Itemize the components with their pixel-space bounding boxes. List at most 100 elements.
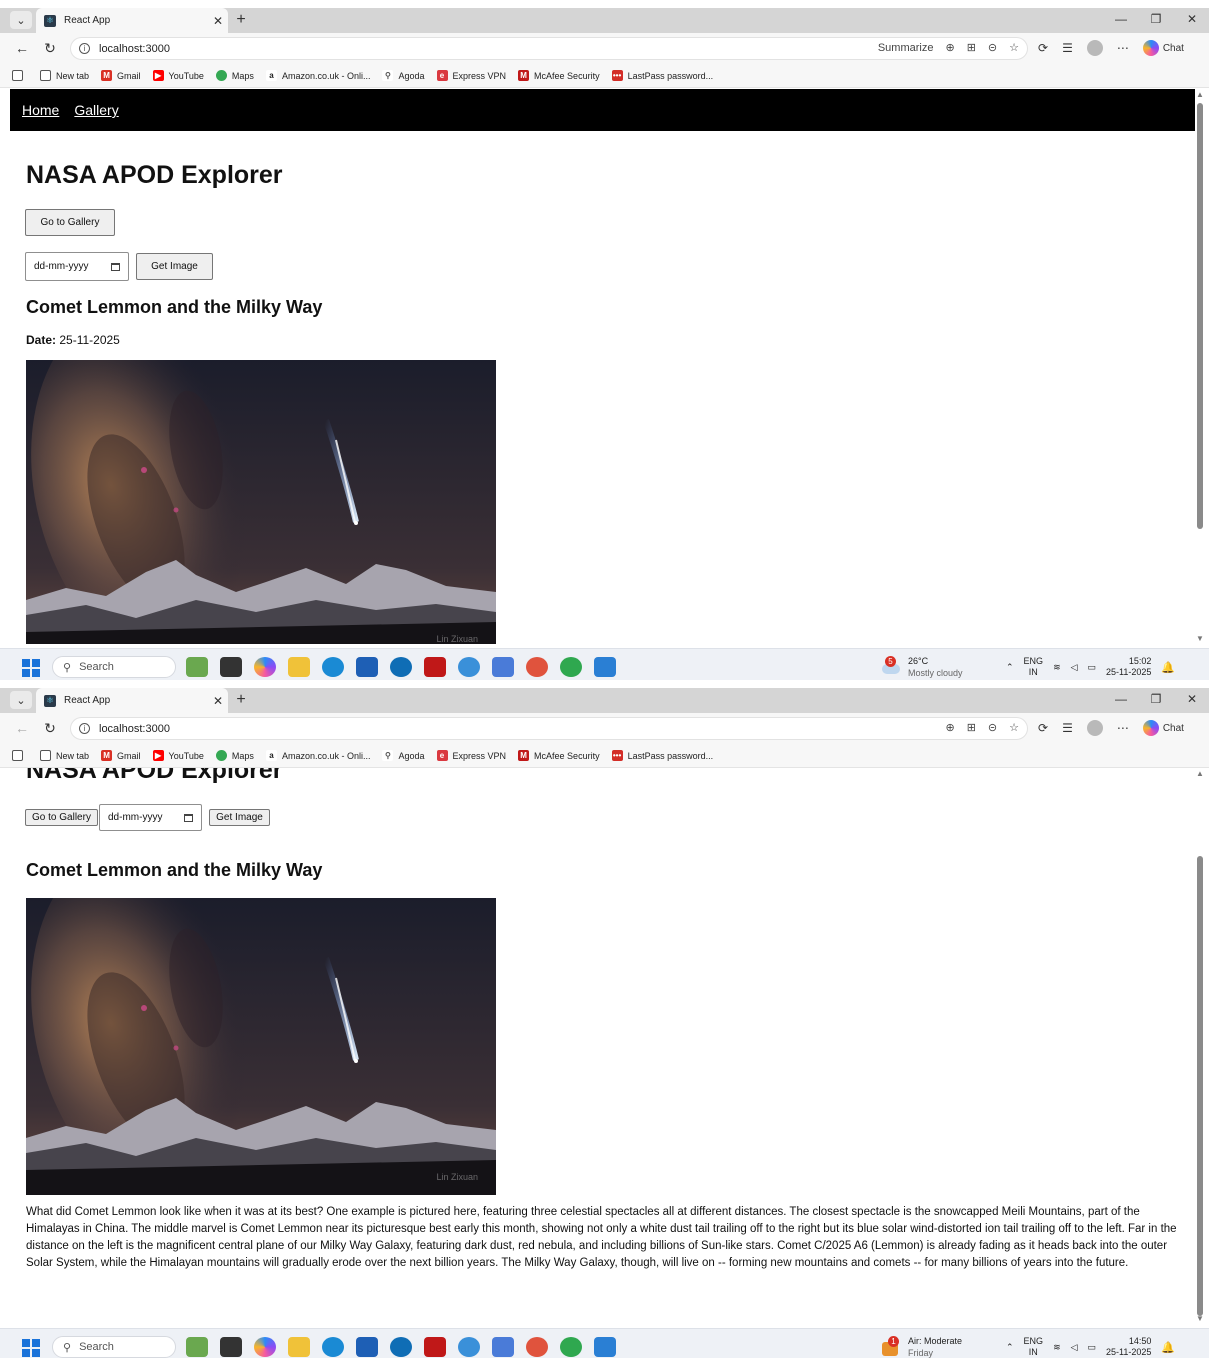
summarize-button[interactable]: Summarize	[878, 42, 934, 54]
new-tab-icon[interactable]: +	[232, 10, 250, 30]
bookmark-amazon[interactable]: a Amazon.co.uk - Onli...	[265, 750, 370, 761]
air-quality-widget[interactable]: 1 Air: Moderate Friday	[880, 1335, 962, 1358]
info-icon[interactable]: i	[79, 43, 90, 54]
chrome-icon[interactable]	[560, 1337, 582, 1357]
close-tab-icon[interactable]: ✕	[208, 694, 228, 708]
address-bar[interactable]: i localhost:3000 ⊕ ⊞ ⊝ ☆	[70, 717, 1028, 740]
scroll-up-icon[interactable]: ▲	[1196, 769, 1204, 778]
language-indicator[interactable]: ENG IN	[1024, 656, 1044, 678]
restore-icon[interactable]: ❐	[1148, 692, 1164, 706]
battery-icon[interactable]: ▭	[1088, 662, 1097, 673]
mcafee-icon[interactable]	[424, 657, 446, 677]
windows-start-icon[interactable]	[22, 659, 40, 677]
go-to-gallery-button[interactable]: Go to Gallery	[25, 209, 115, 236]
apps-icon[interactable]: ⊞	[967, 41, 976, 54]
bookmark-maps[interactable]: Maps	[215, 750, 254, 761]
bookmark-gmail[interactable]: M Gmail	[101, 750, 141, 761]
address-bar[interactable]: i localhost:3000 Summarize ⊕ ⊞ ⊝ ☆	[70, 37, 1028, 60]
restore-icon[interactable]: ❐	[1148, 12, 1164, 26]
volume-icon[interactable]: ◁	[1071, 662, 1078, 673]
edge-icon[interactable]	[322, 657, 344, 677]
date-input[interactable]: dd-mm-yyyy	[99, 804, 202, 831]
taskbar-search[interactable]: ⚲ Search	[52, 656, 176, 678]
calendar-icon[interactable]	[111, 262, 120, 271]
hp-icon[interactable]	[390, 657, 412, 677]
calendar-icon[interactable]	[184, 813, 193, 822]
favorites-icon[interactable]: ☰	[1062, 41, 1073, 55]
wifi-icon[interactable]: ≋	[1053, 1342, 1061, 1353]
reading-icon[interactable]: ⊝	[988, 41, 997, 54]
bookmark-lastpass[interactable]: ••• LastPass password...	[611, 750, 713, 761]
mcafee-icon[interactable]	[424, 1337, 446, 1357]
page-scrollbar[interactable]: ▲ ▼	[1195, 89, 1205, 644]
edge-icon[interactable]	[322, 1337, 344, 1357]
store-icon[interactable]	[356, 1337, 378, 1357]
close-tab-icon[interactable]: ✕	[208, 14, 228, 28]
hp-icon[interactable]	[390, 1337, 412, 1357]
copilot-app-icon[interactable]	[254, 1337, 276, 1357]
bookmark-expressvpn[interactable]: e Express VPN	[436, 750, 506, 761]
bookmark-mcafee[interactable]: M McAfee Security	[518, 70, 600, 81]
office-icon[interactable]	[526, 1337, 548, 1357]
scroll-thumb[interactable]	[1197, 103, 1203, 529]
windows-start-icon[interactable]	[22, 1339, 40, 1357]
store-icon[interactable]	[356, 657, 378, 677]
tab-actions-icon[interactable]: ⌄	[10, 691, 32, 709]
file-explorer-icon[interactable]	[288, 657, 310, 677]
vscode-icon[interactable]	[594, 657, 616, 677]
copilot-chat-button[interactable]: Chat	[1142, 40, 1184, 56]
translate-icon[interactable]: ⊕	[945, 721, 954, 734]
profile-avatar[interactable]	[1086, 40, 1103, 56]
tab-actions-icon[interactable]: ⌄	[10, 11, 32, 29]
battery-icon[interactable]: ▭	[1088, 1342, 1097, 1353]
scroll-down-icon[interactable]: ▼	[1196, 1314, 1204, 1323]
info-icon[interactable]: i	[79, 723, 90, 734]
get-image-button[interactable]: Get Image	[209, 809, 270, 826]
reading-icon[interactable]: ⊝	[988, 721, 997, 734]
bookmark-amazon[interactable]: a Amazon.co.uk - Onli...	[265, 70, 370, 81]
notification-bell-icon[interactable]: 🔔	[1161, 1341, 1175, 1354]
notification-bell-icon[interactable]: 🔔	[1161, 661, 1175, 674]
chrome-canary-icon[interactable]	[458, 1337, 480, 1357]
close-window-icon[interactable]: ✕	[1184, 12, 1200, 26]
language-indicator[interactable]: ENG IN	[1024, 1336, 1044, 1358]
weather-widget[interactable]: 5 26°C Mostly cloudy	[880, 655, 963, 679]
app-icon[interactable]	[492, 1337, 514, 1357]
bookmark-split-icon[interactable]	[12, 750, 28, 761]
favorite-star-icon[interactable]: ☆	[1009, 721, 1019, 734]
go-to-gallery-button[interactable]: Go to Gallery	[25, 809, 98, 826]
bookmark-lastpass[interactable]: ••• LastPass password...	[611, 70, 713, 81]
copilot-app-icon[interactable]	[254, 657, 276, 677]
scroll-up-icon[interactable]: ▲	[1196, 90, 1204, 99]
widget-icon[interactable]	[186, 657, 208, 677]
extensions-icon[interactable]: ⟳	[1038, 41, 1048, 55]
refresh-icon[interactable]: ↻	[42, 720, 58, 737]
close-window-icon[interactable]: ✕	[1184, 692, 1200, 706]
profile-avatar[interactable]	[1086, 720, 1103, 736]
new-tab-icon[interactable]: +	[232, 690, 250, 710]
nav-home-link[interactable]: Home	[22, 102, 59, 118]
apps-icon[interactable]: ⊞	[967, 721, 976, 734]
nav-gallery-link[interactable]: Gallery	[74, 102, 118, 118]
task-view-icon[interactable]	[220, 657, 242, 677]
date-input[interactable]: dd-mm-yyyy	[25, 252, 129, 281]
minimize-icon[interactable]: —	[1113, 12, 1129, 26]
file-explorer-icon[interactable]	[288, 1337, 310, 1357]
bookmark-youtube[interactable]: ▶ YouTube	[152, 750, 204, 761]
chevron-up-icon[interactable]: ⌃	[1006, 662, 1014, 673]
scroll-down-icon[interactable]: ▼	[1196, 634, 1204, 643]
wifi-icon[interactable]: ≋	[1053, 662, 1061, 673]
office-icon[interactable]	[526, 657, 548, 677]
bookmark-agoda[interactable]: ⚲ Agoda	[382, 70, 425, 81]
bookmark-youtube[interactable]: ▶ YouTube	[152, 70, 204, 81]
back-icon[interactable]: ←	[14, 40, 30, 56]
favorite-star-icon[interactable]: ☆	[1009, 41, 1019, 54]
bookmark-mcafee[interactable]: M McAfee Security	[518, 750, 600, 761]
favorites-icon[interactable]: ☰	[1062, 721, 1073, 735]
bookmark-maps[interactable]: Maps	[215, 70, 254, 81]
bookmark-expressvpn[interactable]: e Express VPN	[436, 70, 506, 81]
vscode-icon[interactable]	[594, 1337, 616, 1357]
widget-icon[interactable]	[186, 1337, 208, 1357]
more-icon[interactable]: ⋯	[1117, 41, 1129, 55]
more-icon[interactable]: ⋯	[1117, 721, 1129, 735]
